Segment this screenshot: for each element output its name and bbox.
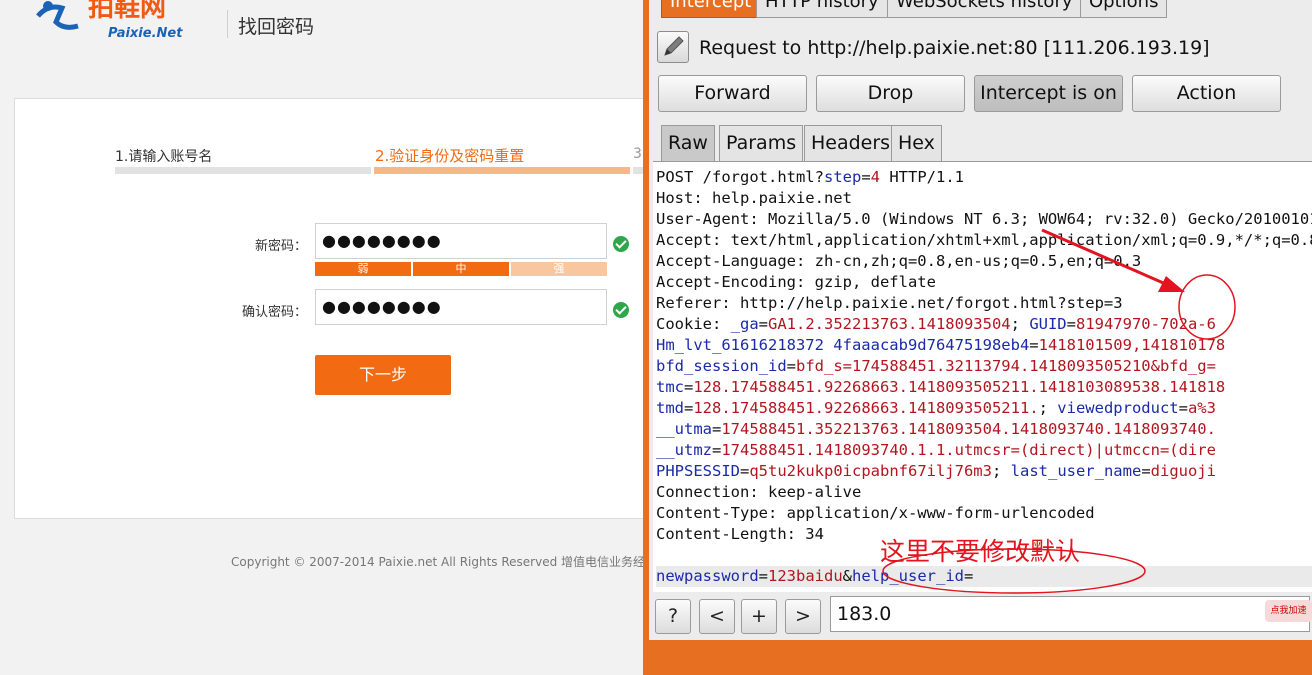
strength-weak: 弱 <box>315 262 411 276</box>
raw-request-editor[interactable]: POST /forgot.html?step=4 HTTP/1.1 Host: … <box>653 161 1312 592</box>
tab-http-history[interactable]: HTTP history <box>756 0 888 18</box>
step-1-label: 1.请输入账号名 <box>115 149 213 165</box>
view-tab-hex[interactable]: Hex <box>891 125 942 161</box>
confirm-password-label: 确认密码： <box>241 305 307 320</box>
step-2-bar <box>374 167 630 174</box>
editor-search-bar: ? < + > 183.0 <box>649 592 1312 640</box>
request-line: POST /forgot.html?step=4 HTTP/1.1 <box>656 168 964 186</box>
edit-pencil-icon[interactable] <box>657 31 689 63</box>
header-cookie: Cookie: _ga=GA1.2.352213763.1418093504; … <box>656 315 1216 333</box>
drop-button[interactable]: Drop <box>816 75 965 112</box>
speed-up-badge[interactable]: 点我加速 <box>1265 600 1312 622</box>
logo-subtext: Paixie.Net <box>108 26 183 41</box>
step-2-label: 2.验证身份及密码重置 <box>375 147 525 165</box>
cookie-hm-lvt: Hm_lvt_61616218372 4faaacab9d76475198eb4… <box>656 336 1226 354</box>
new-password-valid-icon <box>613 236 629 252</box>
view-tab-raw[interactable]: Raw <box>661 125 715 161</box>
page-title: 找回密码 <box>238 16 315 38</box>
action-button[interactable]: Action <box>1132 75 1281 112</box>
header-user-agent: User-Agent: Mozilla/5.0 (Windows NT 6.3;… <box>656 210 1312 228</box>
new-password-input[interactable]: ●●●●●●●● <box>315 223 607 259</box>
request-target-title: Request to http://help.paixie.net:80 [11… <box>699 37 1210 59</box>
reset-password-card: 1.请输入账号名 2.验证身份及密码重置 3. 新密码： ●●●●●●●● 弱 … <box>14 98 645 519</box>
tab-intercept[interactable]: Intercept <box>661 0 761 18</box>
confirm-password-valid-icon <box>613 302 629 318</box>
search-previous-button[interactable]: < <box>699 599 735 634</box>
cookie-utmz: __utmz=174588451.1418093740.1.1.utmcsr=(… <box>656 441 1216 459</box>
search-input[interactable]: 183.0 <box>830 596 1310 632</box>
header-accept-encoding: Accept-Encoding: gzip, deflate <box>656 273 936 291</box>
cookie-utma: __utma=174588451.352213763.1418093504.14… <box>656 420 1216 438</box>
cookie-bfd-session: bfd_session_id=bfd_s=174588451.32113794.… <box>656 357 1216 375</box>
header-content-length: Content-Length: 34 <box>656 525 824 543</box>
header-accept-language: Accept-Language: zh-cn,zh;q=0.8,en-us;q=… <box>656 252 1142 270</box>
paixie-web-page: 拍鞋网 Paixie.Net 找回密码 1.请输入账号名 2.验证身份及密码重置… <box>0 0 645 675</box>
header-accept: Accept: text/html,application/xhtml+xml,… <box>656 231 1312 249</box>
help-button[interactable]: ? <box>655 599 691 634</box>
forward-button[interactable]: Forward <box>658 75 807 112</box>
new-password-label: 新密码： <box>254 239 307 254</box>
burp-suite-window: Intercept HTTP history WebSockets histor… <box>643 0 1312 675</box>
header-referer: Referer: http://help.paixie.net/forgot.h… <box>656 294 1123 312</box>
paixie-logo[interactable]: 拍鞋网 Paixie.Net <box>34 0 214 46</box>
search-next-button[interactable]: > <box>785 599 821 634</box>
search-add-button[interactable]: + <box>741 599 777 634</box>
cookie-tmc: tmc=128.174588451.92268663.1418093505211… <box>656 378 1226 396</box>
next-step-button[interactable]: 下一步 <box>315 355 451 395</box>
header-host: Host: help.paixie.net <box>656 189 852 207</box>
confirm-password-input[interactable]: ●●●●●●●● <box>315 289 607 325</box>
header-divider <box>227 10 228 38</box>
annotation-note: 这里不要修改默认 <box>880 537 1081 566</box>
view-tab-headers[interactable]: Headers <box>804 125 898 161</box>
copyright-text: Copyright © 2007-2014 Paixie.net All Rig… <box>231 555 645 569</box>
logo-text: 拍鞋网 <box>88 0 166 23</box>
strength-medium: 中 <box>413 262 509 276</box>
cookie-phpsessid: PHPSESSID=q5tu2kukp0icpabnf67ilj76m3; la… <box>656 462 1216 480</box>
header-connection: Connection: keep-alive <box>656 483 862 501</box>
request-body: newpassword=123baidu&help_user_id= <box>656 566 1312 587</box>
header-content-type: Content-Type: application/x-www-form-url… <box>656 504 1095 522</box>
tab-websockets-history[interactable]: WebSockets history <box>887 0 1082 18</box>
strength-strong: 强 <box>511 262 607 276</box>
intercept-toggle-button[interactable]: Intercept is on <box>974 75 1123 112</box>
cookie-tmd: tmd=128.174588451.92268663.1418093505211… <box>656 399 1216 417</box>
view-tab-params[interactable]: Params <box>719 125 804 161</box>
password-strength-meter: 弱 中 强 <box>315 262 607 276</box>
step-1-bar <box>115 167 371 174</box>
tab-options[interactable]: Options <box>1080 0 1168 18</box>
